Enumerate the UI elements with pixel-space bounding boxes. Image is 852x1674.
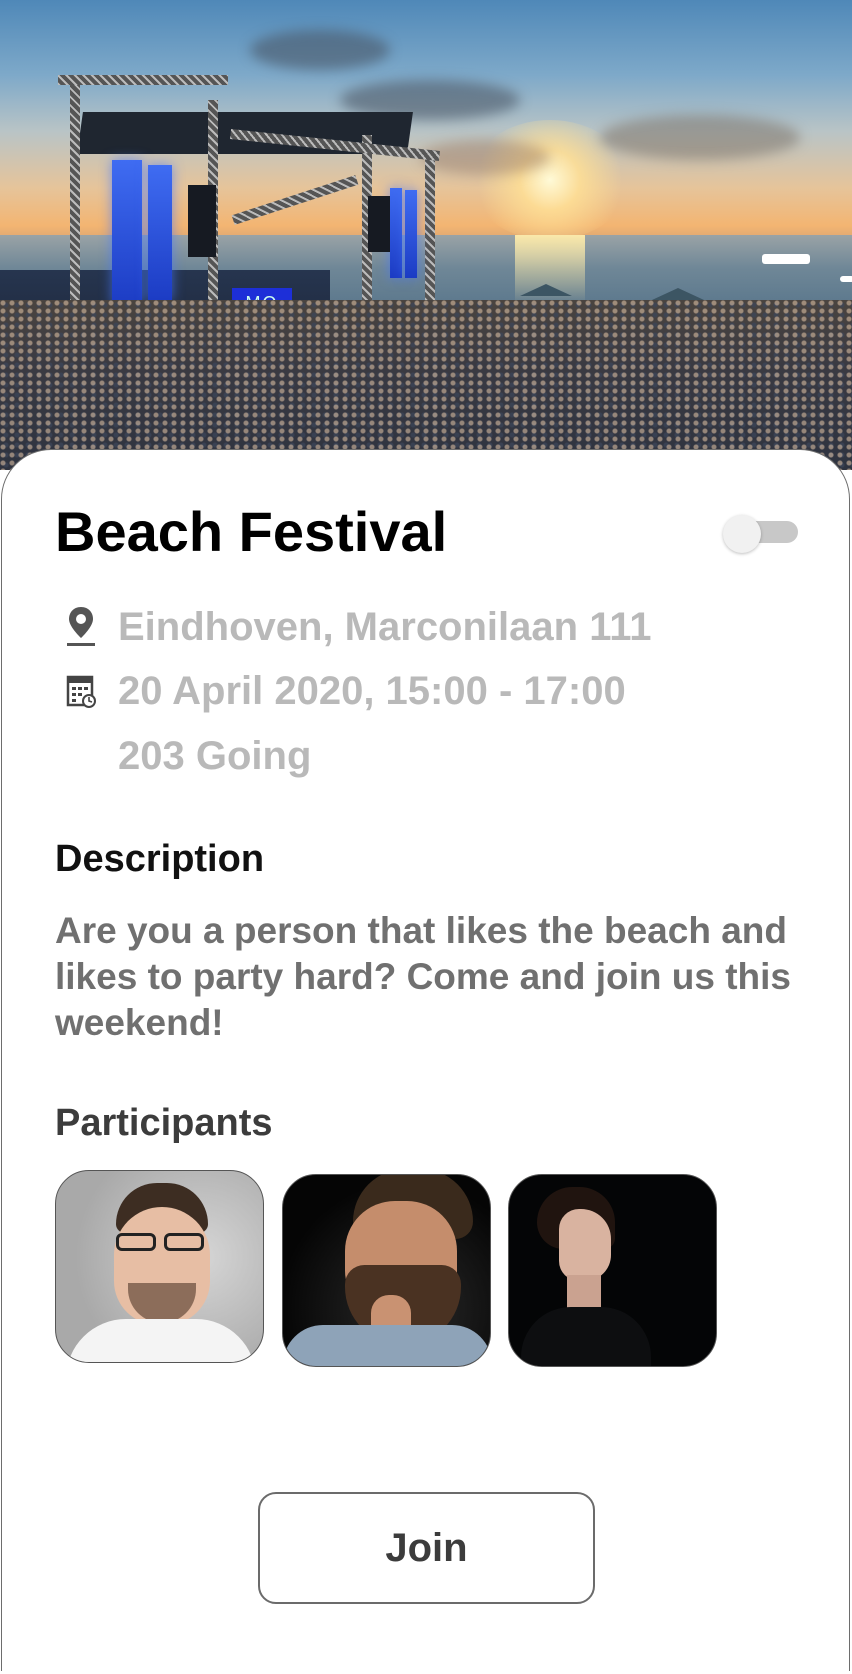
toggle-knob	[723, 515, 761, 553]
cloud	[600, 115, 800, 160]
cloud	[420, 140, 550, 175]
truss	[231, 175, 359, 225]
truss	[58, 75, 228, 85]
truss	[70, 75, 80, 310]
participants-heading: Participants	[55, 1102, 273, 1144]
led-screen	[390, 188, 402, 278]
avatar-glasses-man[interactable]	[55, 1170, 264, 1363]
description-heading: Description	[55, 838, 265, 880]
boat	[762, 254, 810, 264]
location-row: Eindhoven, Marconilaan 111	[66, 602, 652, 652]
hero-image: MO	[0, 0, 852, 470]
favorite-toggle[interactable]	[723, 515, 798, 553]
avatar-bearded-man[interactable]	[282, 1174, 491, 1367]
boat	[840, 276, 852, 282]
truss	[425, 150, 435, 300]
cloud	[250, 30, 390, 70]
avatar-woman-profile[interactable]	[508, 1174, 717, 1367]
led-screen	[405, 190, 417, 278]
led-screen	[148, 165, 172, 300]
umbrella	[520, 284, 572, 296]
speaker	[188, 185, 216, 257]
calendar-icon	[66, 668, 102, 714]
datetime-text: 20 April 2020, 15:00 - 17:00	[118, 668, 626, 713]
led-screen	[112, 160, 142, 305]
join-button[interactable]: Join	[258, 1492, 595, 1604]
attendance-count: 203 Going	[118, 733, 312, 778]
location-pin-icon	[66, 604, 102, 650]
event-title: Beach Festival	[55, 500, 448, 563]
umbrella	[652, 288, 704, 300]
speaker	[368, 196, 390, 252]
attendance-row: 203 Going	[66, 731, 311, 781]
datetime-row: 20 April 2020, 15:00 - 17:00	[66, 666, 626, 716]
description-text: Are you a person that likes the beach an…	[55, 910, 792, 1043]
crowd	[0, 300, 852, 470]
location-text: Eindhoven, Marconilaan 111	[118, 604, 652, 649]
